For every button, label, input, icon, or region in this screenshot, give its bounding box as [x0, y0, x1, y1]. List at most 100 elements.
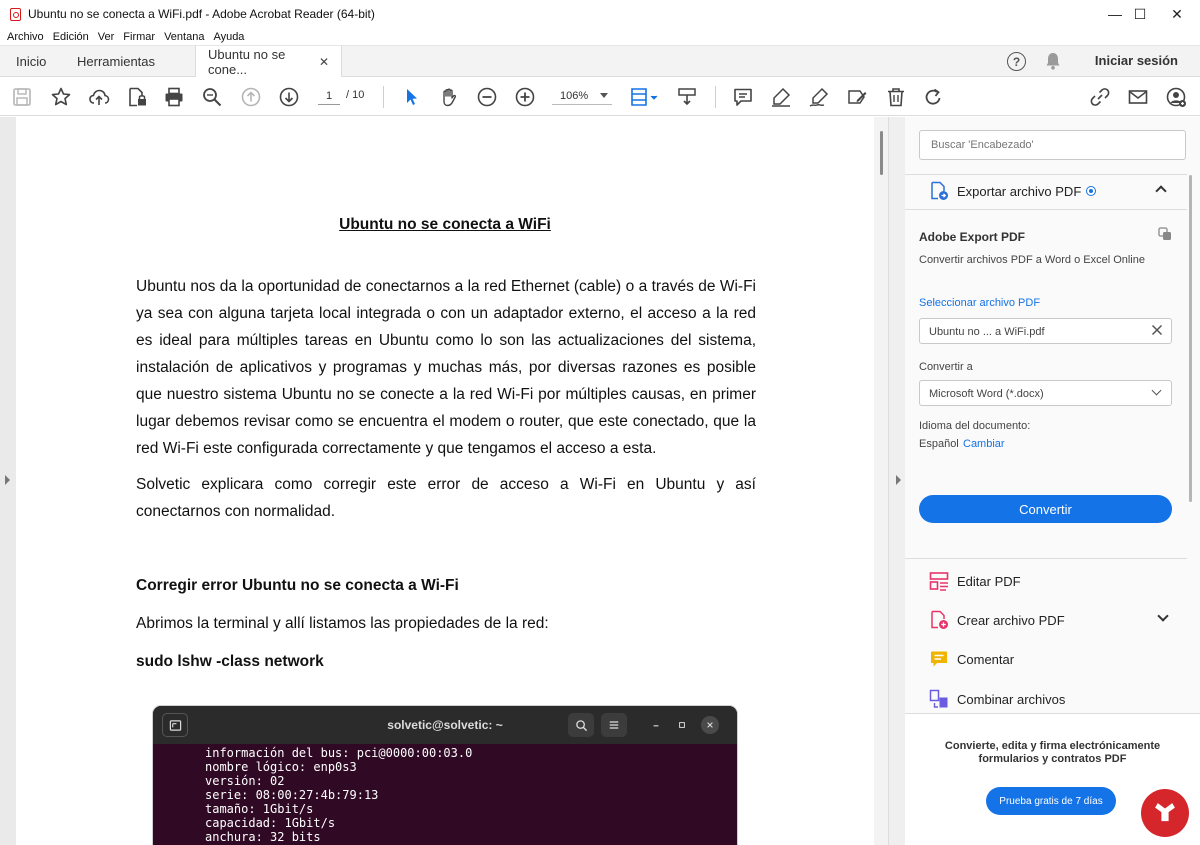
terminal-line: serie: 08:00:27:4b:79:13 [205, 788, 379, 802]
email-icon[interactable] [1126, 85, 1150, 109]
comment-icon[interactable] [731, 85, 755, 109]
terminal-minimize-icon [647, 716, 665, 734]
search-input[interactable] [919, 130, 1186, 160]
document-paragraph: Abrimos la terminal y allí listamos las … [136, 615, 549, 632]
panel-divider [905, 558, 1187, 559]
edit-pdf-icon [929, 572, 949, 591]
protect-file-icon[interactable] [125, 85, 149, 109]
chevron-up-icon[interactable] [1155, 185, 1167, 197]
close-button[interactable]: ✕ [1154, 0, 1200, 28]
free-trial-button[interactable]: Prueba gratis de 7 días [986, 787, 1116, 815]
export-pdf-label: Exportar archivo PDF [957, 183, 1082, 199]
terminal-maximize-icon [673, 716, 691, 734]
sign-icon[interactable] [807, 85, 831, 109]
trash-icon[interactable] [884, 85, 908, 109]
document-paragraph: Solvetic explicara como corregir este er… [136, 476, 756, 520]
cloud-upload-icon[interactable] [87, 85, 111, 109]
tab-herramientas[interactable]: Herramientas [77, 46, 155, 77]
panel-scrollbar[interactable] [1189, 175, 1192, 502]
page-total: / 10 [346, 89, 365, 101]
menu-ver[interactable]: Ver [98, 31, 115, 43]
tool-label: Combinar archivos [957, 691, 1066, 707]
right-panel-toggle[interactable] [888, 117, 905, 845]
panel-divider [905, 209, 1187, 210]
title-bar: Ubuntu no se conecta a WiFi.pdf - Adobe … [0, 0, 1200, 28]
zoom-search-icon[interactable] [200, 85, 224, 109]
cloud-link-icon[interactable] [1158, 227, 1172, 241]
tool-comment[interactable]: Comentar [929, 647, 1179, 671]
document-heading: Corregir error Ubuntu no se conecta a Wi… [136, 577, 459, 594]
clear-file-icon[interactable] [1151, 324, 1163, 336]
pdf-page[interactable]: Ubuntu no se conecta a WiFi Ubuntu nos d… [16, 117, 874, 845]
window-title: Ubuntu no se conecta a WiFi.pdf - Adobe … [28, 7, 375, 21]
tab-bar: Inicio Herramientas Ubuntu no se cone...… [0, 45, 1200, 78]
chevron-down-icon [600, 93, 608, 98]
next-page-icon[interactable] [277, 85, 301, 109]
panel-divider [905, 174, 1187, 175]
user-share-icon[interactable] [1164, 85, 1188, 109]
hand-tool-icon[interactable] [437, 85, 461, 109]
menu-archivo[interactable]: Archivo [7, 31, 44, 43]
rotate-icon[interactable] [921, 85, 945, 109]
chevron-down-icon [1151, 385, 1162, 396]
chevron-down-icon[interactable] [1157, 610, 1169, 622]
tool-edit-pdf[interactable]: Editar PDF [929, 569, 1179, 593]
zoom-value: 106% [560, 89, 589, 102]
terminal-close-icon [701, 716, 719, 734]
tab-close-icon[interactable]: ✕ [319, 55, 329, 69]
tab-document-label: Ubuntu no se cone... [208, 47, 286, 77]
promo-text: Convierte, edita y firma electrónicament… [944, 740, 1161, 765]
select-file-label[interactable]: Seleccionar archivo PDF [919, 297, 1040, 309]
info-badge-icon [1087, 187, 1096, 195]
signin-button[interactable]: Iniciar sesión [1095, 53, 1178, 68]
tab-document[interactable]: Ubuntu no se cone... ✕ [195, 46, 342, 78]
menu-firmar[interactable]: Firmar [123, 31, 155, 43]
fit-page-icon[interactable] [628, 85, 660, 109]
select-cursor-icon[interactable] [399, 85, 423, 109]
bell-icon[interactable] [1045, 52, 1061, 70]
tab-inicio[interactable]: Inicio [16, 46, 46, 77]
previous-page-icon[interactable] [239, 85, 263, 109]
help-icon[interactable]: ? [1007, 52, 1026, 71]
scrollbar-thumb[interactable] [880, 131, 883, 175]
tool-combine-files[interactable]: Combinar archivos [929, 687, 1179, 711]
menu-ayuda[interactable]: Ayuda [213, 31, 244, 43]
convert-format-value: Microsoft Word (*.docx) [929, 388, 1044, 400]
save-icon[interactable] [10, 85, 34, 109]
share-link-icon[interactable] [1088, 85, 1112, 109]
acrobat-logo-icon [10, 7, 21, 21]
menu-bar: Archivo Edición Ver Firmar Ventana Ayuda [0, 28, 1200, 45]
fill-sign-icon[interactable] [845, 85, 869, 109]
tool-label: Comentar [957, 651, 1015, 667]
terminal-output: información del bus: pci@0000:00:03.0 nom… [153, 744, 737, 844]
zoom-out-icon[interactable] [475, 85, 499, 109]
terminal-line: tamaño: 1Gbit/s [205, 802, 314, 816]
toolbar-divider [715, 86, 716, 108]
terminal-line: versión: 02 [205, 774, 285, 788]
scroll-mode-icon[interactable] [675, 85, 699, 109]
star-icon[interactable] [49, 85, 73, 109]
left-panel-toggle[interactable] [0, 117, 16, 845]
print-icon[interactable] [162, 85, 186, 109]
combine-files-icon [929, 689, 948, 708]
highlight-pen-icon[interactable] [769, 85, 793, 109]
selected-file-name: Ubuntu no ... a WiFi.pdf [929, 326, 1045, 338]
tool-label: Editar PDF [957, 573, 1021, 589]
zoom-dropdown[interactable]: 106% [552, 87, 612, 105]
export-heading: Adobe Export PDF [919, 230, 1026, 244]
zoom-in-icon[interactable] [513, 85, 537, 109]
menu-edicion[interactable]: Edición [53, 31, 89, 43]
selected-file-field[interactable]: Ubuntu no ... a WiFi.pdf [919, 318, 1172, 344]
language-label: Idioma del documento: [919, 420, 1031, 432]
page-number-input[interactable] [318, 87, 340, 105]
vertical-scrollbar[interactable] [874, 117, 888, 845]
export-pdf-header[interactable]: Exportar archivo PDF [929, 180, 1179, 202]
menu-ventana[interactable]: Ventana [164, 31, 204, 43]
export-description: Convertir archivos PDF a Word o Excel On… [919, 254, 1145, 266]
terminal-line: nombre lógico: enp0s3 [205, 760, 357, 774]
document-area: Ubuntu no se conecta a WiFi Ubuntu nos d… [0, 117, 905, 845]
convert-format-select[interactable]: Microsoft Word (*.docx) [919, 380, 1172, 406]
convert-button[interactable]: Convertir [919, 495, 1172, 523]
change-language-link[interactable]: Cambiar [963, 438, 1005, 450]
tool-create-pdf[interactable]: Crear archivo PDF [929, 608, 1179, 632]
